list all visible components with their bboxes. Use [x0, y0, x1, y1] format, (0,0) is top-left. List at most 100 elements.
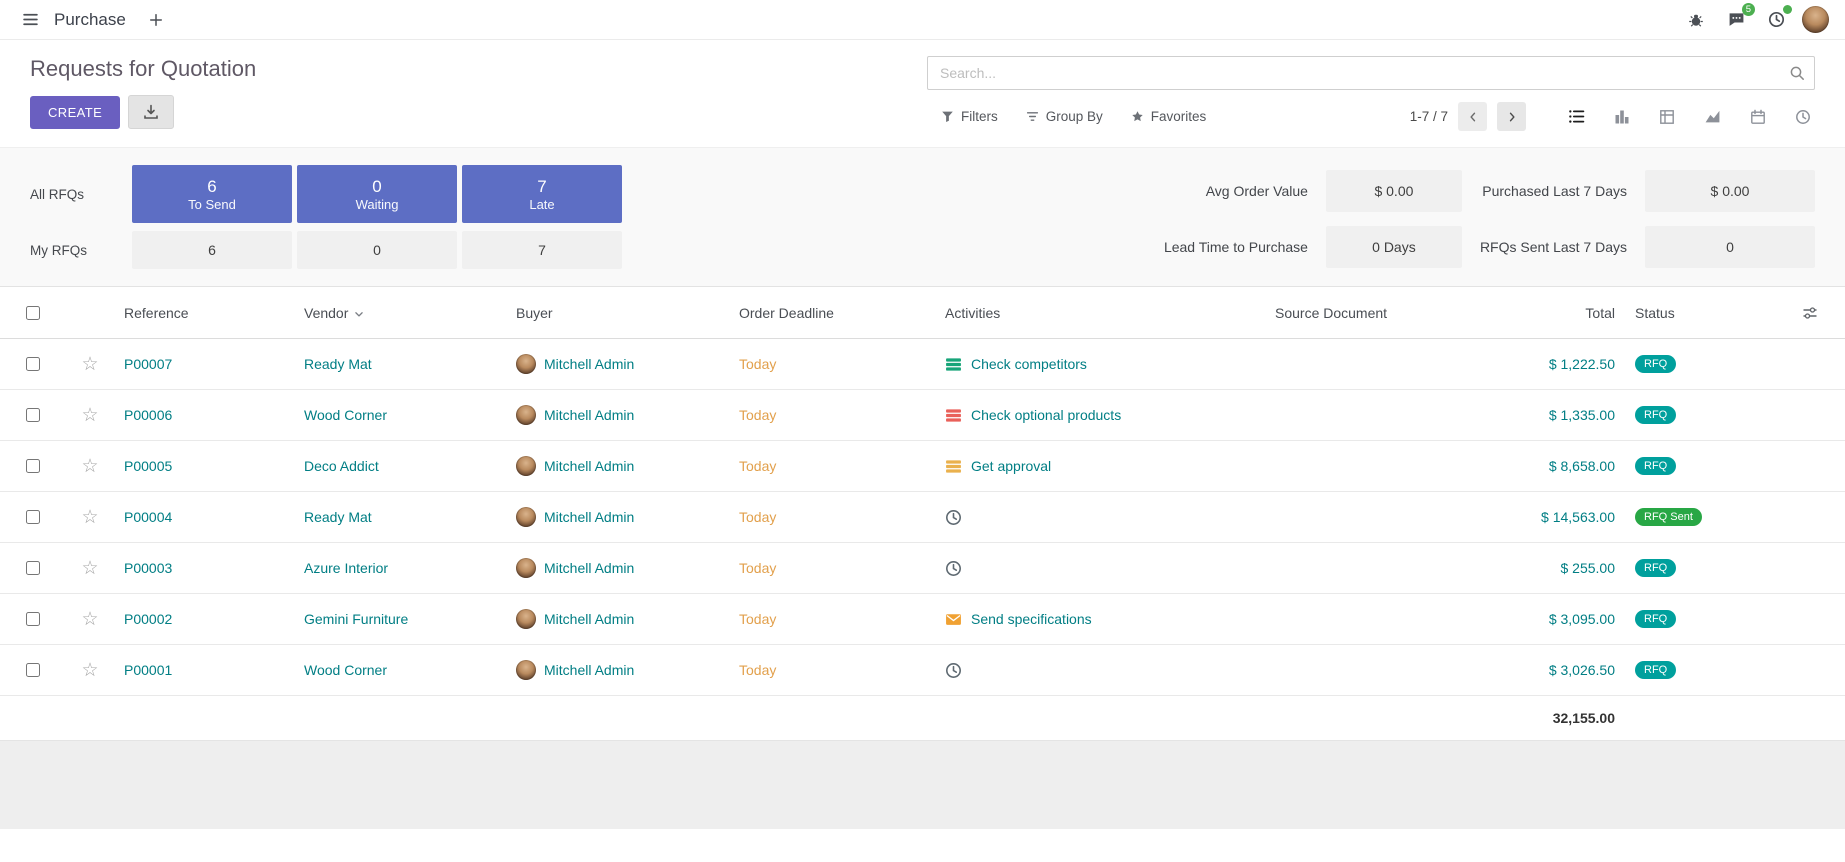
- vendor-link[interactable]: Deco Addict: [304, 458, 379, 474]
- activity-label[interactable]: Get approval: [971, 458, 1051, 474]
- vendor-link[interactable]: Wood Corner: [304, 662, 387, 678]
- row-checkbox[interactable]: [26, 510, 40, 524]
- column-header-status[interactable]: Status: [1625, 305, 1775, 321]
- row-checkbox[interactable]: [26, 459, 40, 473]
- vendor-link[interactable]: Azure Interior: [304, 560, 388, 576]
- my-waiting-card[interactable]: 0: [297, 231, 457, 269]
- search-icon[interactable]: [1789, 65, 1805, 81]
- favorite-star-icon[interactable]: ☆: [81, 610, 98, 629]
- activity-icon[interactable]: [945, 458, 962, 475]
- order-deadline: Today: [739, 611, 776, 627]
- reference-link[interactable]: P00004: [124, 509, 172, 525]
- activity-view-icon[interactable]: [1795, 109, 1811, 125]
- row-checkbox[interactable]: [26, 357, 40, 371]
- create-button[interactable]: CREATE: [30, 96, 120, 129]
- status-badge: RFQ: [1635, 457, 1676, 475]
- calendar-view-icon[interactable]: [1750, 109, 1766, 125]
- table-row[interactable]: ☆ P00005 Deco Addict Mitchell Admin Toda…: [0, 441, 1845, 492]
- table-row[interactable]: ☆ P00007 Ready Mat Mitchell Admin Today …: [0, 339, 1845, 390]
- column-header-total[interactable]: Total: [1495, 305, 1625, 321]
- reference-link[interactable]: P00003: [124, 560, 172, 576]
- apps-menu-icon[interactable]: [16, 6, 44, 34]
- filters-button[interactable]: Filters: [941, 109, 998, 124]
- buyer-link[interactable]: Mitchell Admin: [544, 509, 634, 525]
- buyer-link[interactable]: Mitchell Admin: [544, 560, 634, 576]
- activity-icon[interactable]: [945, 662, 962, 679]
- buyer-link[interactable]: Mitchell Admin: [544, 407, 634, 423]
- activity-icon[interactable]: [945, 560, 962, 577]
- activity-icon[interactable]: [945, 611, 962, 628]
- vendor-link[interactable]: Gemini Furniture: [304, 611, 408, 627]
- optional-columns-icon[interactable]: [1802, 305, 1818, 321]
- reference-link[interactable]: P00001: [124, 662, 172, 678]
- buyer-avatar: [516, 354, 536, 374]
- group-by-label: Group By: [1046, 109, 1103, 124]
- reference-link[interactable]: P00002: [124, 611, 172, 627]
- search-input[interactable]: [927, 56, 1815, 90]
- vendor-link[interactable]: Wood Corner: [304, 407, 387, 423]
- table-row[interactable]: ☆ P00004 Ready Mat Mitchell Admin Today …: [0, 492, 1845, 543]
- row-checkbox[interactable]: [26, 612, 40, 626]
- column-header-activities[interactable]: Activities: [935, 305, 1265, 321]
- favorite-star-icon[interactable]: ☆: [81, 457, 98, 476]
- buyer-link[interactable]: Mitchell Admin: [544, 662, 634, 678]
- my-rfqs-label: My RFQs: [30, 243, 127, 258]
- export-button[interactable]: [128, 95, 174, 129]
- select-all-checkbox[interactable]: [26, 306, 40, 320]
- table-row[interactable]: ☆ P00006 Wood Corner Mitchell Admin Toda…: [0, 390, 1845, 441]
- buyer-link[interactable]: Mitchell Admin: [544, 611, 634, 627]
- bug-icon[interactable]: [1682, 6, 1710, 34]
- my-late-card[interactable]: 7: [462, 231, 622, 269]
- plus-icon[interactable]: [142, 6, 170, 34]
- column-header-source-document[interactable]: Source Document: [1265, 305, 1495, 321]
- user-avatar[interactable]: [1802, 6, 1829, 33]
- favorite-star-icon[interactable]: ☆: [81, 661, 98, 680]
- pager-previous-icon[interactable]: [1458, 102, 1487, 131]
- row-checkbox[interactable]: [26, 561, 40, 575]
- column-header-order-deadline[interactable]: Order Deadline: [729, 305, 935, 321]
- favorite-star-icon[interactable]: ☆: [81, 406, 98, 425]
- row-checkbox[interactable]: [26, 663, 40, 677]
- favorite-star-icon[interactable]: ☆: [81, 559, 98, 578]
- buyer-avatar: [516, 660, 536, 680]
- buyer-link[interactable]: Mitchell Admin: [544, 458, 634, 474]
- activity-label[interactable]: Send specifications: [971, 611, 1092, 627]
- my-to-send-card[interactable]: 6: [132, 231, 292, 269]
- reference-link[interactable]: P00006: [124, 407, 172, 423]
- to-send-label: To Send: [188, 197, 236, 213]
- favorites-button[interactable]: Favorites: [1131, 109, 1207, 124]
- activity-icon[interactable]: [945, 509, 962, 526]
- kanban-view-icon[interactable]: [1614, 109, 1630, 125]
- list-view-icon[interactable]: [1568, 108, 1585, 125]
- late-card[interactable]: 7 Late: [462, 165, 622, 223]
- activity-label[interactable]: Check competitors: [971, 356, 1087, 372]
- reference-link[interactable]: P00005: [124, 458, 172, 474]
- waiting-card[interactable]: 0 Waiting: [297, 165, 457, 223]
- vendor-link[interactable]: Ready Mat: [304, 509, 372, 525]
- graph-view-icon[interactable]: [1704, 108, 1721, 125]
- messages-icon[interactable]: 5: [1722, 6, 1750, 34]
- pager-next-icon[interactable]: [1497, 102, 1526, 131]
- activities-clock-icon[interactable]: [1762, 6, 1790, 34]
- reference-link[interactable]: P00007: [124, 356, 172, 372]
- favorite-star-icon[interactable]: ☆: [81, 355, 98, 374]
- activity-label[interactable]: Check optional products: [971, 407, 1121, 423]
- activity-icon[interactable]: [945, 356, 962, 373]
- column-header-vendor[interactable]: Vendor: [294, 305, 506, 321]
- to-send-card[interactable]: 6 To Send: [132, 165, 292, 223]
- funnel-icon: [941, 110, 954, 123]
- column-header-buyer[interactable]: Buyer: [506, 305, 729, 321]
- group-by-button[interactable]: Group By: [1026, 109, 1103, 124]
- app-name[interactable]: Purchase: [54, 10, 126, 30]
- table-row[interactable]: ☆ P00003 Azure Interior Mitchell Admin T…: [0, 543, 1845, 594]
- favorite-star-icon[interactable]: ☆: [81, 508, 98, 527]
- activity-icon[interactable]: [945, 407, 962, 424]
- vendor-link[interactable]: Ready Mat: [304, 356, 372, 372]
- buyer-link[interactable]: Mitchell Admin: [544, 356, 634, 372]
- row-checkbox[interactable]: [26, 408, 40, 422]
- pivot-view-icon[interactable]: [1659, 109, 1675, 125]
- column-header-reference[interactable]: Reference: [114, 305, 294, 321]
- table-row[interactable]: ☆ P00001 Wood Corner Mitchell Admin Toda…: [0, 645, 1845, 696]
- total-amount: $ 3,095.00: [1495, 611, 1625, 627]
- table-row[interactable]: ☆ P00002 Gemini Furniture Mitchell Admin…: [0, 594, 1845, 645]
